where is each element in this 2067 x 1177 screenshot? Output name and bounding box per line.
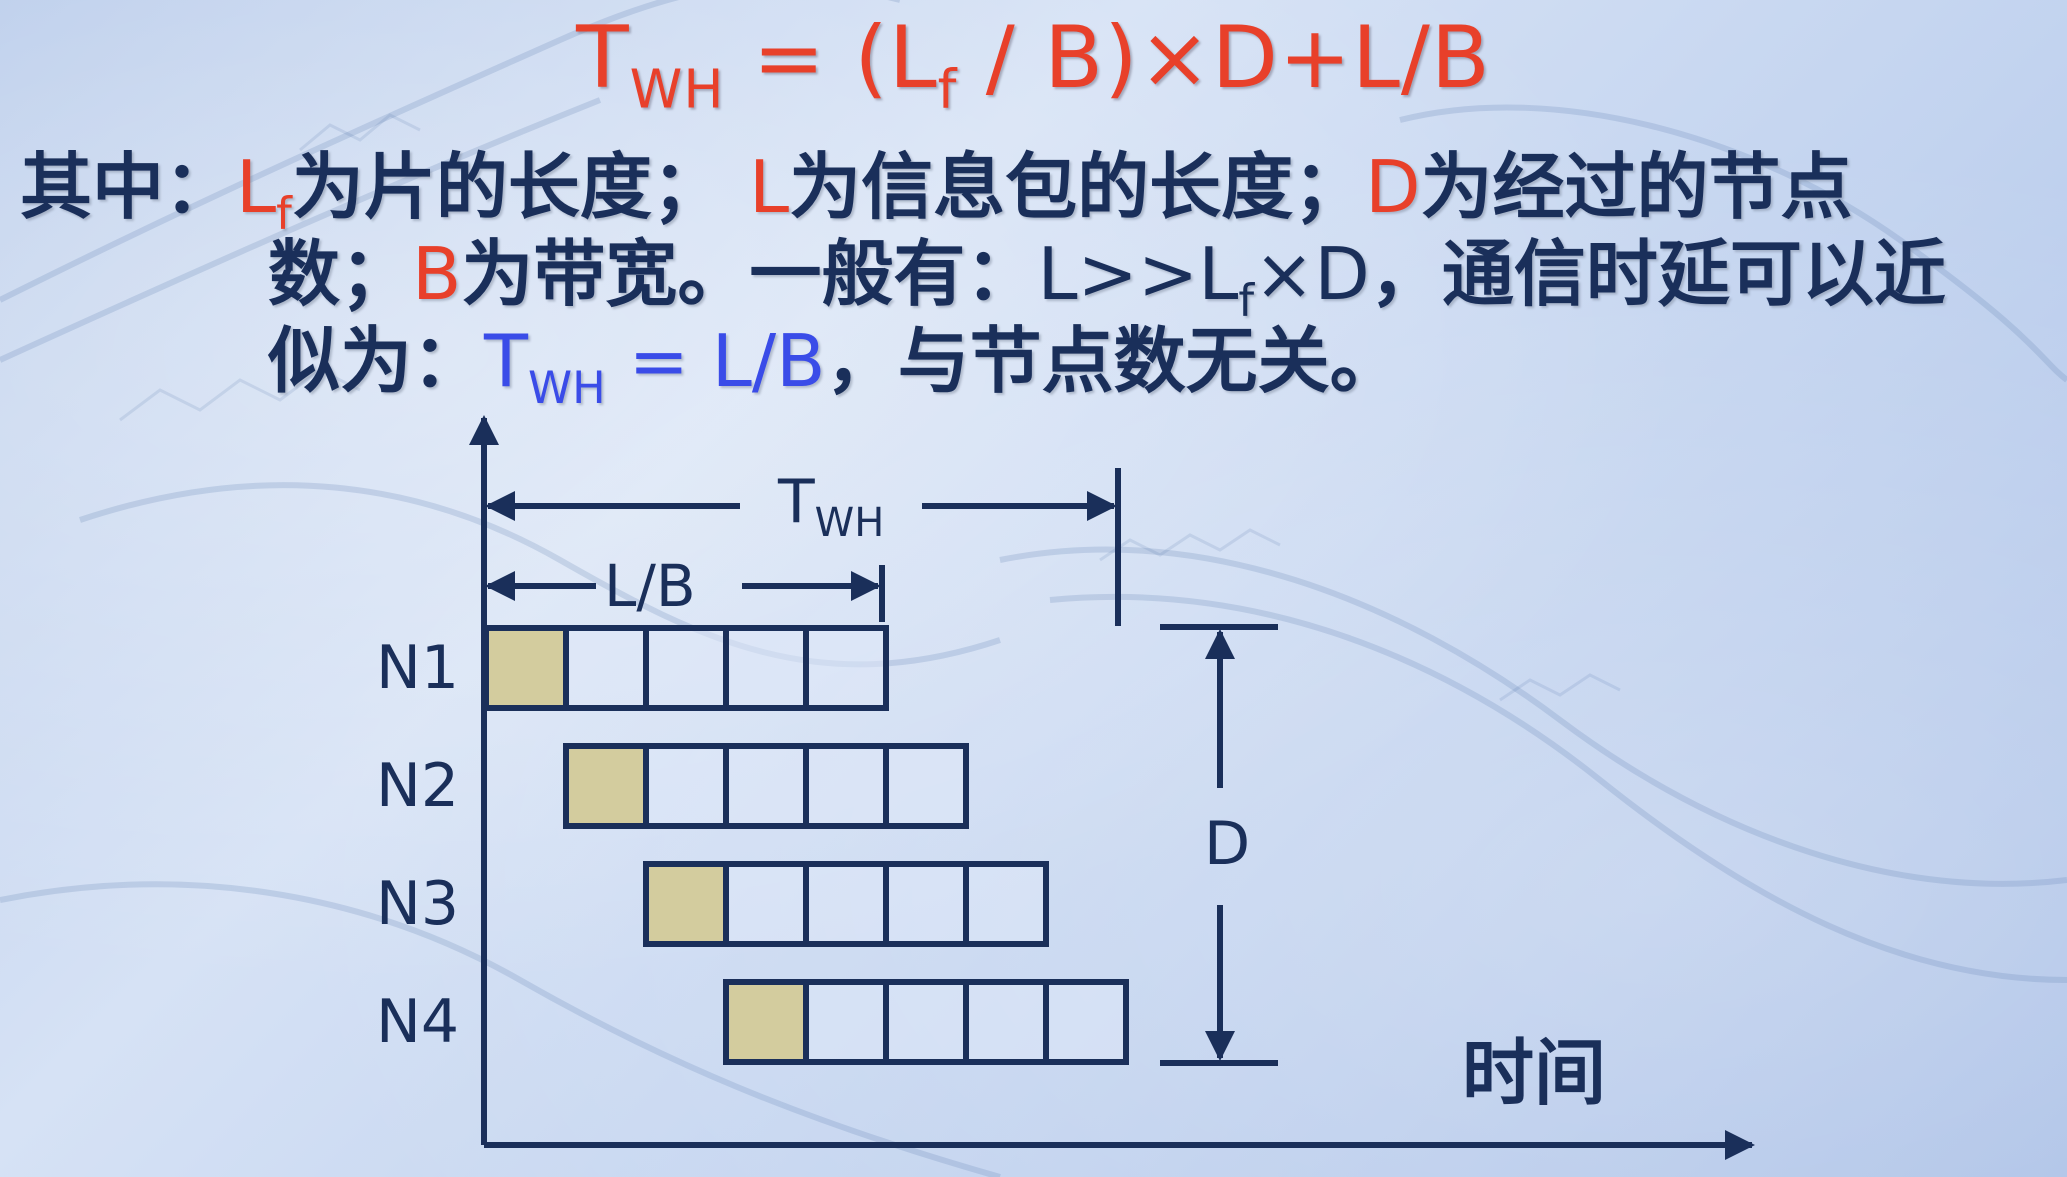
node-label-n3: N3 (376, 869, 459, 939)
wormhole-timing-diagram: 时间 TWH L/B D N1 N2 N3 N4 (376, 415, 1755, 1160)
body-flit-n2 (803, 743, 889, 829)
lb-label: L/B (604, 552, 696, 620)
node-label-n1: N1 (376, 633, 459, 703)
body-flit-n3 (723, 861, 809, 947)
head-flit-n2 (563, 743, 649, 829)
body-flit-n4 (1043, 979, 1129, 1065)
body-flit-n2 (883, 743, 969, 829)
head-flit-n1 (483, 625, 569, 711)
body-flit-n3 (963, 861, 1049, 947)
body-flit-n3 (803, 861, 889, 947)
body-flit-n2 (723, 743, 809, 829)
body-flit-n1 (563, 625, 649, 711)
body-flit-n1 (723, 625, 809, 711)
body-flit-n4 (963, 979, 1049, 1065)
body-flit-n4 (883, 979, 969, 1065)
head-flit-n4 (723, 979, 809, 1065)
twh-label: TWH (777, 467, 884, 546)
node-label-n2: N2 (376, 751, 459, 821)
body-flit-n1 (803, 625, 889, 711)
body-flit-n1 (643, 625, 729, 711)
body-flit-n4 (803, 979, 889, 1065)
time-axis-label: 时间 (1462, 1031, 1606, 1115)
head-flit-n3 (643, 861, 729, 947)
d-label: D (1204, 809, 1250, 879)
body-flit-n2 (643, 743, 729, 829)
body-flit-n3 (883, 861, 969, 947)
node-label-n4: N4 (376, 987, 459, 1057)
